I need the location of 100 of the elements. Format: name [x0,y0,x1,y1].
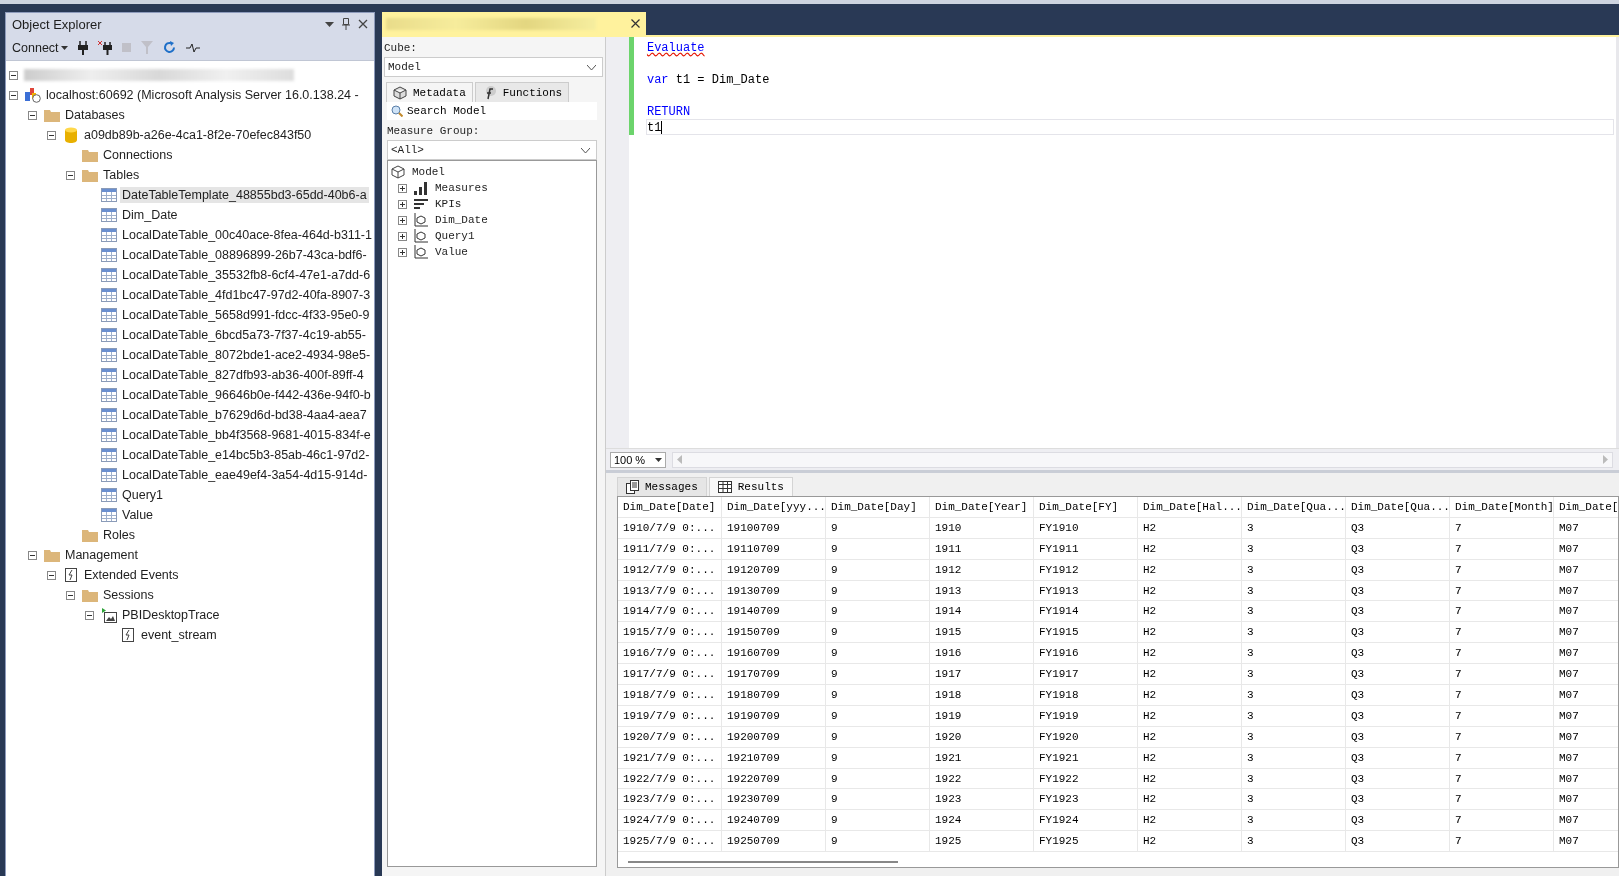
table-cell: 1910 [929,517,1034,538]
dropdown-icon[interactable] [324,21,334,27]
measure-group-select[interactable]: <All> [386,140,597,160]
table-cell: 19110709 [721,538,826,559]
collapse-icon[interactable] [27,550,37,560]
scrollbar-thumb[interactable] [627,861,898,863]
table-cell: 7 [1449,747,1554,768]
close-icon[interactable] [630,19,640,28]
pin-icon[interactable] [341,18,350,30]
tree-item[interactable]: LocalDateTable_b7629d6d-bd38-4aa4-aea7 [120,407,369,423]
table-cell-text: M07 [1557,687,1580,703]
tree-item[interactable]: Query1 [434,230,475,242]
table-cell: FY1912 [1033,559,1138,580]
tree-item[interactable]: Databases [63,107,127,123]
column-header[interactable]: Dim_Date[FY] [1033,497,1138,517]
tree-item[interactable]: Dim_Date [434,214,488,226]
table-cell: FY1920 [1033,726,1138,747]
tree-item[interactable]: Dim_Date [120,207,180,223]
collapse-icon[interactable] [8,70,18,80]
column-header[interactable]: Dim_Date[Date] [617,497,722,517]
refresh-icon[interactable] [162,41,176,54]
table-cell-text: M07 [1557,583,1580,599]
plug-icon[interactable] [77,40,88,55]
tree-item[interactable]: LocalDateTable_eae49ef4-3a54-4d15-914d- [120,467,370,483]
table-cell: FY1917 [1033,664,1138,684]
table-cell: H2 [1137,705,1242,726]
tree-item[interactable]: LocalDateTable_35532fb8-6cf4-47e1-a7dd-6 [120,267,373,283]
tree-item[interactable]: DateTableTemplate_48855bd3-65dd-40b6-a [120,187,369,203]
tree-item[interactable]: Model [411,166,445,178]
column-header[interactable]: Dim_Date[Month] [1449,497,1554,517]
table-cell-text: M07 [1557,541,1580,557]
disconnect-icon[interactable] [97,40,112,55]
event-icon [121,628,134,642]
column-header[interactable]: Dim_Date[Qua... [1241,497,1346,517]
tree-item[interactable]: LocalDateTable_e14bc5b3-85ab-46c1-97d2- [120,447,372,463]
tree-item[interactable]: LocalDateTable_00c40ace-8fea-464d-b311-1 [120,227,374,243]
connect-button[interactable]: Connect [12,40,68,55]
table-cell: 9 [825,810,930,831]
collapse-icon[interactable] [46,130,56,140]
tree-item[interactable]: Tables [101,167,142,183]
expand-icon[interactable] [397,183,407,193]
expand-icon[interactable] [397,199,407,209]
tab[interactable]: Functions [474,82,570,102]
column-header[interactable]: Dim_Date[Day] [825,497,930,517]
cube-select[interactable]: Model [383,57,603,77]
tree-item[interactable]: Sessions [101,587,156,603]
collapse-icon[interactable] [65,590,75,600]
column-header[interactable]: Dim_Date[Hal... [1137,497,1242,517]
zoom-select[interactable]: 100 % [609,451,666,468]
table-cell: FY1913 [1033,580,1138,601]
collapse-icon[interactable] [46,570,56,580]
tree-item[interactable]: Query1 [120,487,165,503]
collapse-icon[interactable] [84,610,94,620]
close-icon[interactable] [357,19,368,29]
table-cell: 7 [1449,517,1554,538]
tree-item[interactable]: LocalDateTable_bb4f3568-9681-4015-834f-e [120,427,373,443]
tab[interactable]: Messages [616,477,707,496]
chevron-icon[interactable] [586,64,596,70]
tree-item[interactable]: LocalDateTable_8072bde1-ace2-4934-98e5- [120,347,373,363]
table-cell: FY1923 [1033,789,1138,810]
tree-item[interactable]: Roles [101,527,137,543]
expand-icon[interactable] [397,215,407,225]
column-header[interactable]: Dim_Date[Year] [929,497,1034,517]
table-cell: FY1915 [1033,622,1138,643]
tree-item[interactable]: a09db89b-a26e-4ca1-8f2e-70efec843f50 [82,127,314,143]
collapse-icon[interactable] [65,170,75,180]
expand-icon[interactable] [397,247,407,257]
tree-item[interactable]: Value [434,246,468,258]
tree-item[interactable]: LocalDateTable_08896899-26b7-43ca-bdf6- [120,247,369,263]
tree-item[interactable]: LocalDateTable_6bcd5a73-7f37-4c19-ab55- [120,327,368,343]
tree-item[interactable]: Value [120,507,156,523]
table-cell: 3 [1241,601,1346,622]
tab[interactable]: Results [708,477,793,496]
tree-item[interactable]: localhost:60692 (Microsoft Analysis Server 16.0.138.24 - [44,87,361,103]
expand-icon[interactable] [397,231,407,241]
tree-item[interactable]: KPIs [434,198,462,210]
tree-item[interactable]: event_stream [139,627,219,643]
table-cell: 19150709 [721,622,826,643]
tree-item[interactable]: LocalDateTable_827dfb93-ab36-400f-89ff-4 [120,367,366,383]
collapse-icon[interactable] [8,90,18,100]
code-editor[interactable]: Evaluate var t1 = Dim_Date RETURN t1 [633,37,1617,448]
table-cell: FY1910 [1033,517,1138,538]
column-header[interactable]: Dim_Date[ [1553,497,1619,517]
tree-item[interactable]: Extended Events [82,567,181,583]
tree-item[interactable]: LocalDateTable_96646b0e-f442-436e-94f0-b [120,387,373,403]
tree-item[interactable]: PBIDesktopTrace [120,607,222,623]
table-cell: 1922 [929,768,1034,789]
tab[interactable]: Metadata [385,82,473,102]
search-button[interactable]: Search Model [386,102,597,120]
activity-icon[interactable] [185,42,200,53]
column-header[interactable]: Dim_Date[yyy... [721,497,826,517]
chevron-icon[interactable] [580,147,590,153]
table-cell: 1925/7/9 0:... [617,831,722,852]
column-header[interactable]: Dim_Date[Qua... [1345,497,1450,517]
tree-item[interactable]: Connections [101,147,175,163]
tree-item[interactable]: LocalDateTable_4fd1bc47-97d2-40fa-8907-3 [120,287,373,303]
tree-item[interactable]: Management [63,547,140,563]
tree-item[interactable]: Measures [434,182,488,194]
tree-item[interactable]: LocalDateTable_5658d991-fdcc-4f33-95e0-9 [120,307,372,323]
collapse-icon[interactable] [27,110,37,120]
